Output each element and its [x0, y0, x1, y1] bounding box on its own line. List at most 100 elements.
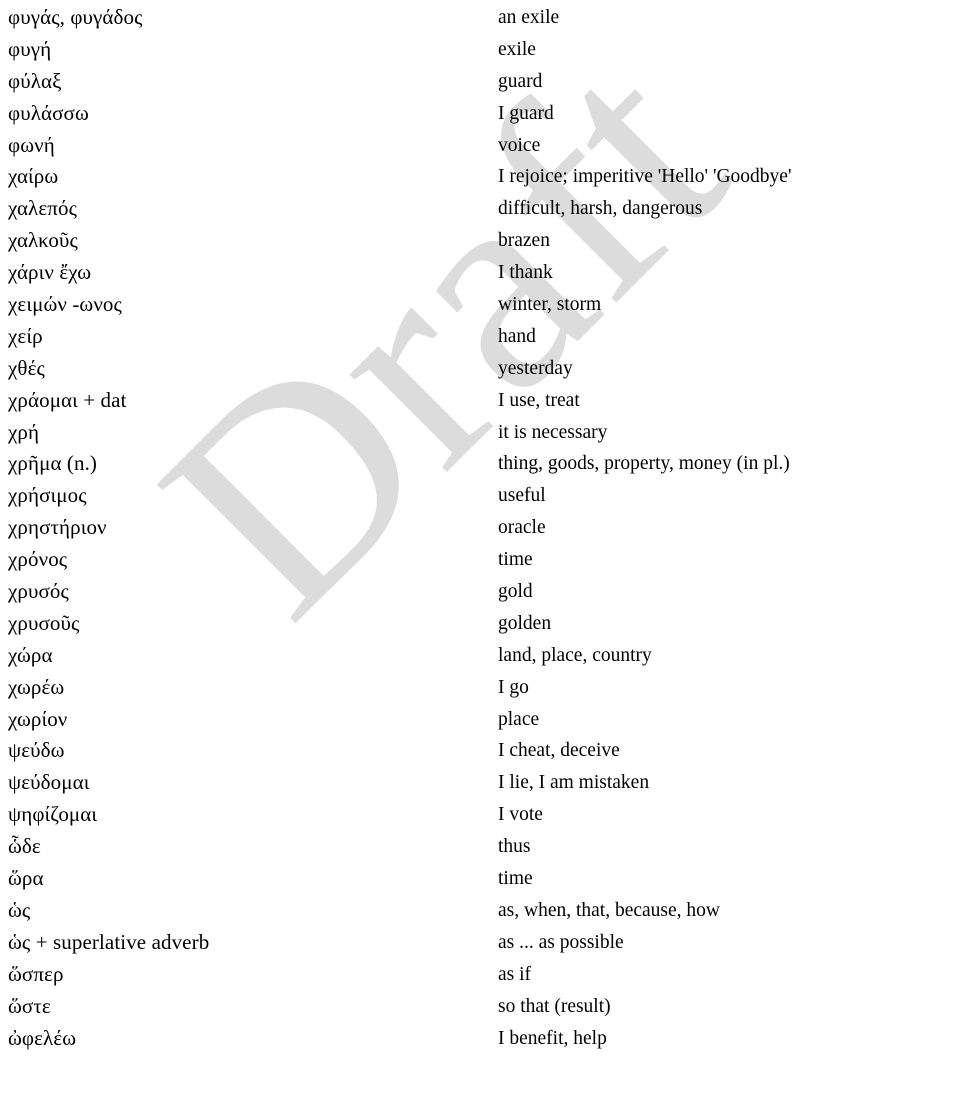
greek-term: χρηστήριον [8, 515, 107, 540]
english-definition: time [498, 549, 533, 571]
english-definition: I lie, I am mistaken [498, 772, 650, 794]
greek-term: ὥρα [8, 866, 44, 891]
english-definition: I vote [498, 804, 543, 826]
vocab-row: χώρα land, place, country [0, 640, 960, 672]
vocab-row: χρηστήριον oracle [0, 512, 960, 544]
vocab-row: φυγή exile [0, 34, 960, 66]
vocab-row: ὡς + superlative adverb as ... as possibl… [0, 927, 960, 959]
greek-term: ψηφίζομαι [8, 802, 98, 827]
english-definition: I cheat, deceive [498, 740, 620, 762]
greek-term: ὥστε [8, 993, 51, 1018]
english-definition: land, place, country [498, 644, 652, 666]
vocab-row: φυλάσσω I guard [0, 98, 960, 130]
english-definition: winter, storm [498, 294, 602, 316]
english-definition: as ... as possible [498, 931, 624, 953]
greek-term: ψεύδομαι [8, 770, 90, 795]
greek-term: χείρ [8, 323, 43, 348]
vocab-row: χαλκοῦς brazen [0, 225, 960, 257]
english-definition: hand [498, 325, 536, 347]
greek-term: ὥσπερ [8, 961, 64, 986]
greek-term: χωρίον [8, 706, 68, 731]
greek-term: ψεύδω [8, 738, 65, 763]
greek-term: ὧδε [8, 834, 41, 859]
english-definition: exile [498, 38, 536, 60]
english-definition: difficult, harsh, dangerous [498, 198, 703, 220]
english-definition: useful [498, 485, 546, 507]
greek-term: ὠφελέω [8, 1025, 77, 1050]
vocab-row: ὠφελέω I benefit, help [0, 1023, 960, 1055]
vocab-row: ψεύδω I cheat, deceive [0, 735, 960, 767]
vocabulary-list: φυγάς, φυγάδος an exile φυγή exile φύλαξ guar… [0, 0, 960, 1054]
greek-term: χαλεπός [8, 196, 77, 221]
vocab-row: χωρέω I go [0, 672, 960, 704]
english-definition: I use, treat [498, 389, 580, 411]
english-definition: thing, goods, property, money (in pl.) [498, 453, 790, 475]
greek-term: χάριν ἔχω [8, 260, 92, 285]
greek-term: χρυσός [8, 579, 69, 604]
vocab-row: φύλαξ guard [0, 66, 960, 98]
english-definition: I thank [498, 262, 553, 284]
vocab-row: ὥστε so that (result) [0, 991, 960, 1023]
english-definition: I rejoice; imperitive 'Hello' 'Goodbye' [498, 166, 792, 188]
english-definition: I go [498, 676, 529, 698]
vocab-row: χρήσιμος useful [0, 480, 960, 512]
english-definition: as, when, that, because, how [498, 899, 721, 921]
greek-term: φυγή [8, 36, 52, 61]
english-definition: so that (result) [498, 995, 611, 1017]
greek-term: φύλαξ [8, 68, 62, 93]
english-definition: guard [498, 70, 543, 92]
vocab-row: χείρ hand [0, 321, 960, 353]
vocab-row: φωνή voice [0, 130, 960, 162]
greek-term: χωρέω [8, 674, 65, 699]
vocab-row: χάριν ἔχω I thank [0, 257, 960, 289]
greek-term: φωνή [8, 132, 55, 157]
greek-term: χαίρω [8, 164, 59, 189]
english-definition: I benefit, help [498, 1027, 607, 1049]
greek-term: ὡς [8, 897, 31, 922]
greek-term: χθές [8, 355, 45, 380]
english-definition: an exile [498, 7, 560, 28]
vocab-row: χρυσοῦς golden [0, 608, 960, 640]
vocab-row: ὥρα time [0, 863, 960, 895]
vocab-row: χαλεπός difficult, harsh, dangerous [0, 193, 960, 225]
vocab-row: ὡς as, when, that, because, how [0, 895, 960, 927]
vocab-row: χρῆμα (n.) thing, goods, property, money … [0, 448, 960, 480]
vocab-row: ψεύδομαι I lie, I am mistaken [0, 767, 960, 799]
vocab-row: χωρίον place [0, 704, 960, 736]
greek-term: χρή [8, 419, 40, 444]
english-definition: golden [498, 612, 552, 634]
vocab-row: χρή it is necessary [0, 417, 960, 449]
vocab-row: ψηφίζομαι I vote [0, 799, 960, 831]
english-definition: yesterday [498, 357, 573, 379]
greek-term: χαλκοῦς [8, 228, 78, 253]
vocab-row: χρόνος time [0, 544, 960, 576]
greek-term: χρόνος [8, 547, 68, 572]
english-definition: brazen [498, 230, 550, 252]
greek-term: χειμών -ωνος [8, 292, 122, 317]
english-definition: it is necessary [498, 421, 608, 443]
vocab-row: χρυσός gold [0, 576, 960, 608]
greek-term: φυλάσσω [8, 100, 89, 125]
greek-term: ὡς + superlative adverb [8, 929, 210, 954]
english-definition: gold [498, 581, 533, 603]
vocab-row: ὥσπερ as if [0, 959, 960, 991]
greek-term: χρήσιμος [8, 483, 87, 508]
english-definition: as if [498, 963, 532, 985]
english-definition: thus [498, 836, 531, 858]
english-definition: I guard [498, 102, 554, 124]
vocab-row: χθές yesterday [0, 353, 960, 385]
vocab-row: χειμών -ωνος winter, storm [0, 289, 960, 321]
greek-term: χώρα [8, 642, 53, 667]
greek-term: χράομαι + dat [8, 387, 127, 412]
vocab-row: χαίρω I rejoice; imperitive 'Hello' 'Good… [0, 161, 960, 193]
vocab-row: χράομαι + dat I use, treat [0, 385, 960, 417]
vocab-row: φυγάς, φυγάδος an exile [0, 2, 960, 34]
vocab-row: ὧδε thus [0, 831, 960, 863]
greek-term: χρυσοῦς [8, 610, 80, 635]
greek-term: χρῆμα (n.) [8, 451, 98, 476]
english-definition: oracle [498, 517, 546, 539]
english-definition: time [498, 868, 533, 890]
english-definition: voice [498, 134, 541, 156]
english-definition: place [498, 708, 540, 730]
greek-term: φυγάς, φυγάδος [8, 5, 143, 29]
